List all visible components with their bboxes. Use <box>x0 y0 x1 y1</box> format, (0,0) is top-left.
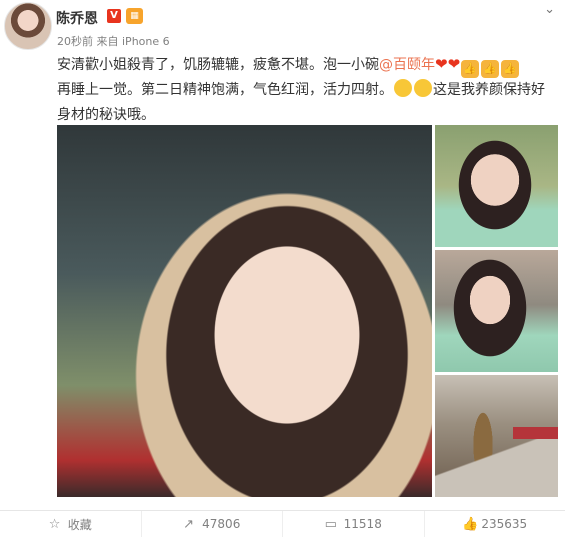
mention-link[interactable]: @百颐年 <box>379 57 435 73</box>
thumbs-up-icon: 👍 <box>461 60 479 78</box>
post-text-line2-tail: 这是我养颜保持好 <box>433 82 545 98</box>
grin-icon <box>414 79 432 97</box>
post-action-bar: ☆ 收藏 ↗ 47806 ▭ 11518 👍 235635 <box>0 510 565 537</box>
comment-icon: ▭ <box>325 518 338 531</box>
like-button[interactable]: 👍 235635 <box>425 511 565 537</box>
photo-main[interactable] <box>57 125 432 497</box>
thumbs-up-icon: 👍 <box>462 518 475 531</box>
post-text-line3: 身材的秘诀哦。 <box>57 107 155 123</box>
photo-thumbnail-1[interactable] <box>435 125 558 247</box>
train-shape <box>513 427 558 439</box>
heart-icon: ❤ <box>435 55 448 73</box>
like-count: 235635 <box>481 517 527 531</box>
comment-button[interactable]: ▭ 11518 <box>283 511 425 537</box>
heart-icon: ❤ <box>448 55 461 73</box>
photo-thumbnail-3[interactable] <box>435 375 558 497</box>
forward-count: 47806 <box>202 517 240 531</box>
author-avatar[interactable] <box>4 2 52 50</box>
thumbs-up-icon: 👍 <box>481 60 499 78</box>
source-prefix: 来自 <box>97 35 119 48</box>
post-source[interactable]: iPhone 6 <box>122 35 170 48</box>
post-text-line1: 安清歡小姐殺青了，饥肠辘辘，疲惫不堪。泡一小碗 <box>57 57 379 73</box>
star-icon: ☆ <box>49 518 62 531</box>
chevron-down-icon[interactable]: ⌄ <box>544 2 555 17</box>
member-medal-icon: ▦ <box>126 8 143 24</box>
grin-icon <box>394 79 412 97</box>
photo-thumbnail-2[interactable] <box>435 250 558 372</box>
favorite-button[interactable]: ☆ 收藏 <box>0 511 142 537</box>
author-name[interactable]: 陈乔恩 <box>56 8 98 28</box>
favorite-label: 收藏 <box>68 516 92 533</box>
thumbs-up-icon: 👍 <box>501 60 519 78</box>
post-text-line2: 再睡上一觉。第二日精神饱满，气色红润，活力四射。 <box>57 82 393 98</box>
post-meta: 20秒前 来自 iPhone 6 <box>57 33 170 49</box>
comment-count: 11518 <box>344 517 382 531</box>
forward-button[interactable]: ↗ 47806 <box>142 511 284 537</box>
verified-badge-icon: V <box>107 9 121 23</box>
weibo-post-card: 陈乔恩 V ▦ ⌄ 20秒前 来自 iPhone 6 安清歡小姐殺青了，饥肠辘辘… <box>0 0 565 536</box>
forward-icon: ↗ <box>183 518 196 531</box>
post-time[interactable]: 20秒前 <box>57 35 93 48</box>
